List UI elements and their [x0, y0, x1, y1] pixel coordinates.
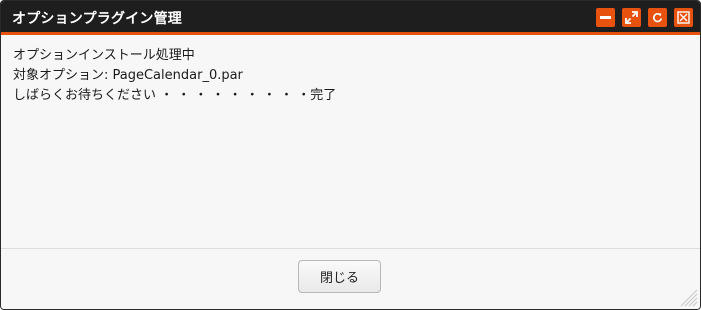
- title-bar[interactable]: オプションプラグイン管理: [1, 1, 700, 35]
- dialog-window: オプションプラグイン管理 オプションインストール処理中 対象オプション: Pag…: [0, 0, 701, 310]
- minimize-icon: [600, 16, 611, 19]
- status-message: オプションインストール処理中 対象オプション: PageCalendar_0.p…: [13, 46, 688, 106]
- refresh-icon: [653, 13, 663, 23]
- refresh-button[interactable]: [648, 8, 667, 27]
- close-button[interactable]: 閉じる: [298, 260, 381, 293]
- status-line-progress: しばらくお待ちください ・ ・ ・ ・ ・ ・ ・ ・ ・完了: [13, 88, 337, 103]
- status-line-target: 対象オプション: PageCalendar_0.par: [13, 68, 243, 83]
- close-box-icon: [677, 11, 690, 24]
- window-title: オプションプラグイン管理: [12, 11, 182, 27]
- close-window-button[interactable]: [674, 8, 693, 27]
- status-line-processing: オプションインストール処理中: [13, 48, 195, 63]
- expand-icon: [625, 11, 638, 24]
- dialog-footer: 閉じる: [1, 248, 700, 309]
- maximize-button[interactable]: [622, 8, 641, 27]
- window-controls: [596, 8, 693, 27]
- resize-grip-icon[interactable]: [680, 289, 698, 307]
- minimize-button[interactable]: [596, 8, 615, 27]
